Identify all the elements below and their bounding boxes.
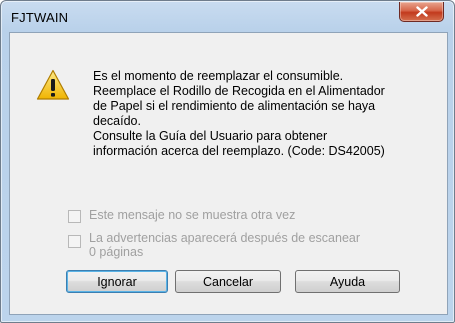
cancel-button[interactable]: Cancelar	[175, 270, 281, 293]
ignore-button[interactable]: Ignorar	[66, 270, 168, 293]
dont-show-again-checkbox-row[interactable]: Este mensaje no se muestra otra vez	[68, 208, 295, 223]
dialog-body: Es el momento de reemplazar el consumibl…	[9, 32, 448, 315]
dont-show-again-label: Este mensaje no se muestra otra vez	[89, 208, 296, 222]
title-bar[interactable]: FJTWAIN	[1, 1, 454, 32]
close-button[interactable]	[399, 2, 444, 22]
close-icon	[415, 6, 428, 17]
ignore-button-label: Ignorar	[97, 274, 137, 289]
warn-after-pages-label: La advertencias aparecerá después de esc…	[89, 231, 361, 259]
dialog-window: FJTWAIN Es el momento de reemplazar el c…	[0, 0, 455, 323]
window-title: FJTWAIN	[11, 10, 69, 25]
warn-after-pages-checkbox-row[interactable]: La advertencias aparecerá después de esc…	[68, 231, 360, 259]
help-button-label: Ayuda	[329, 274, 366, 289]
dont-show-again-checkbox[interactable]	[68, 210, 81, 223]
help-button[interactable]: Ayuda	[295, 270, 400, 293]
warn-after-pages-checkbox[interactable]	[68, 235, 81, 248]
message-text: Es el momento de reemplazar el consumibl…	[93, 69, 385, 158]
cancel-button-label: Cancelar	[202, 274, 254, 289]
warning-icon	[36, 69, 70, 101]
